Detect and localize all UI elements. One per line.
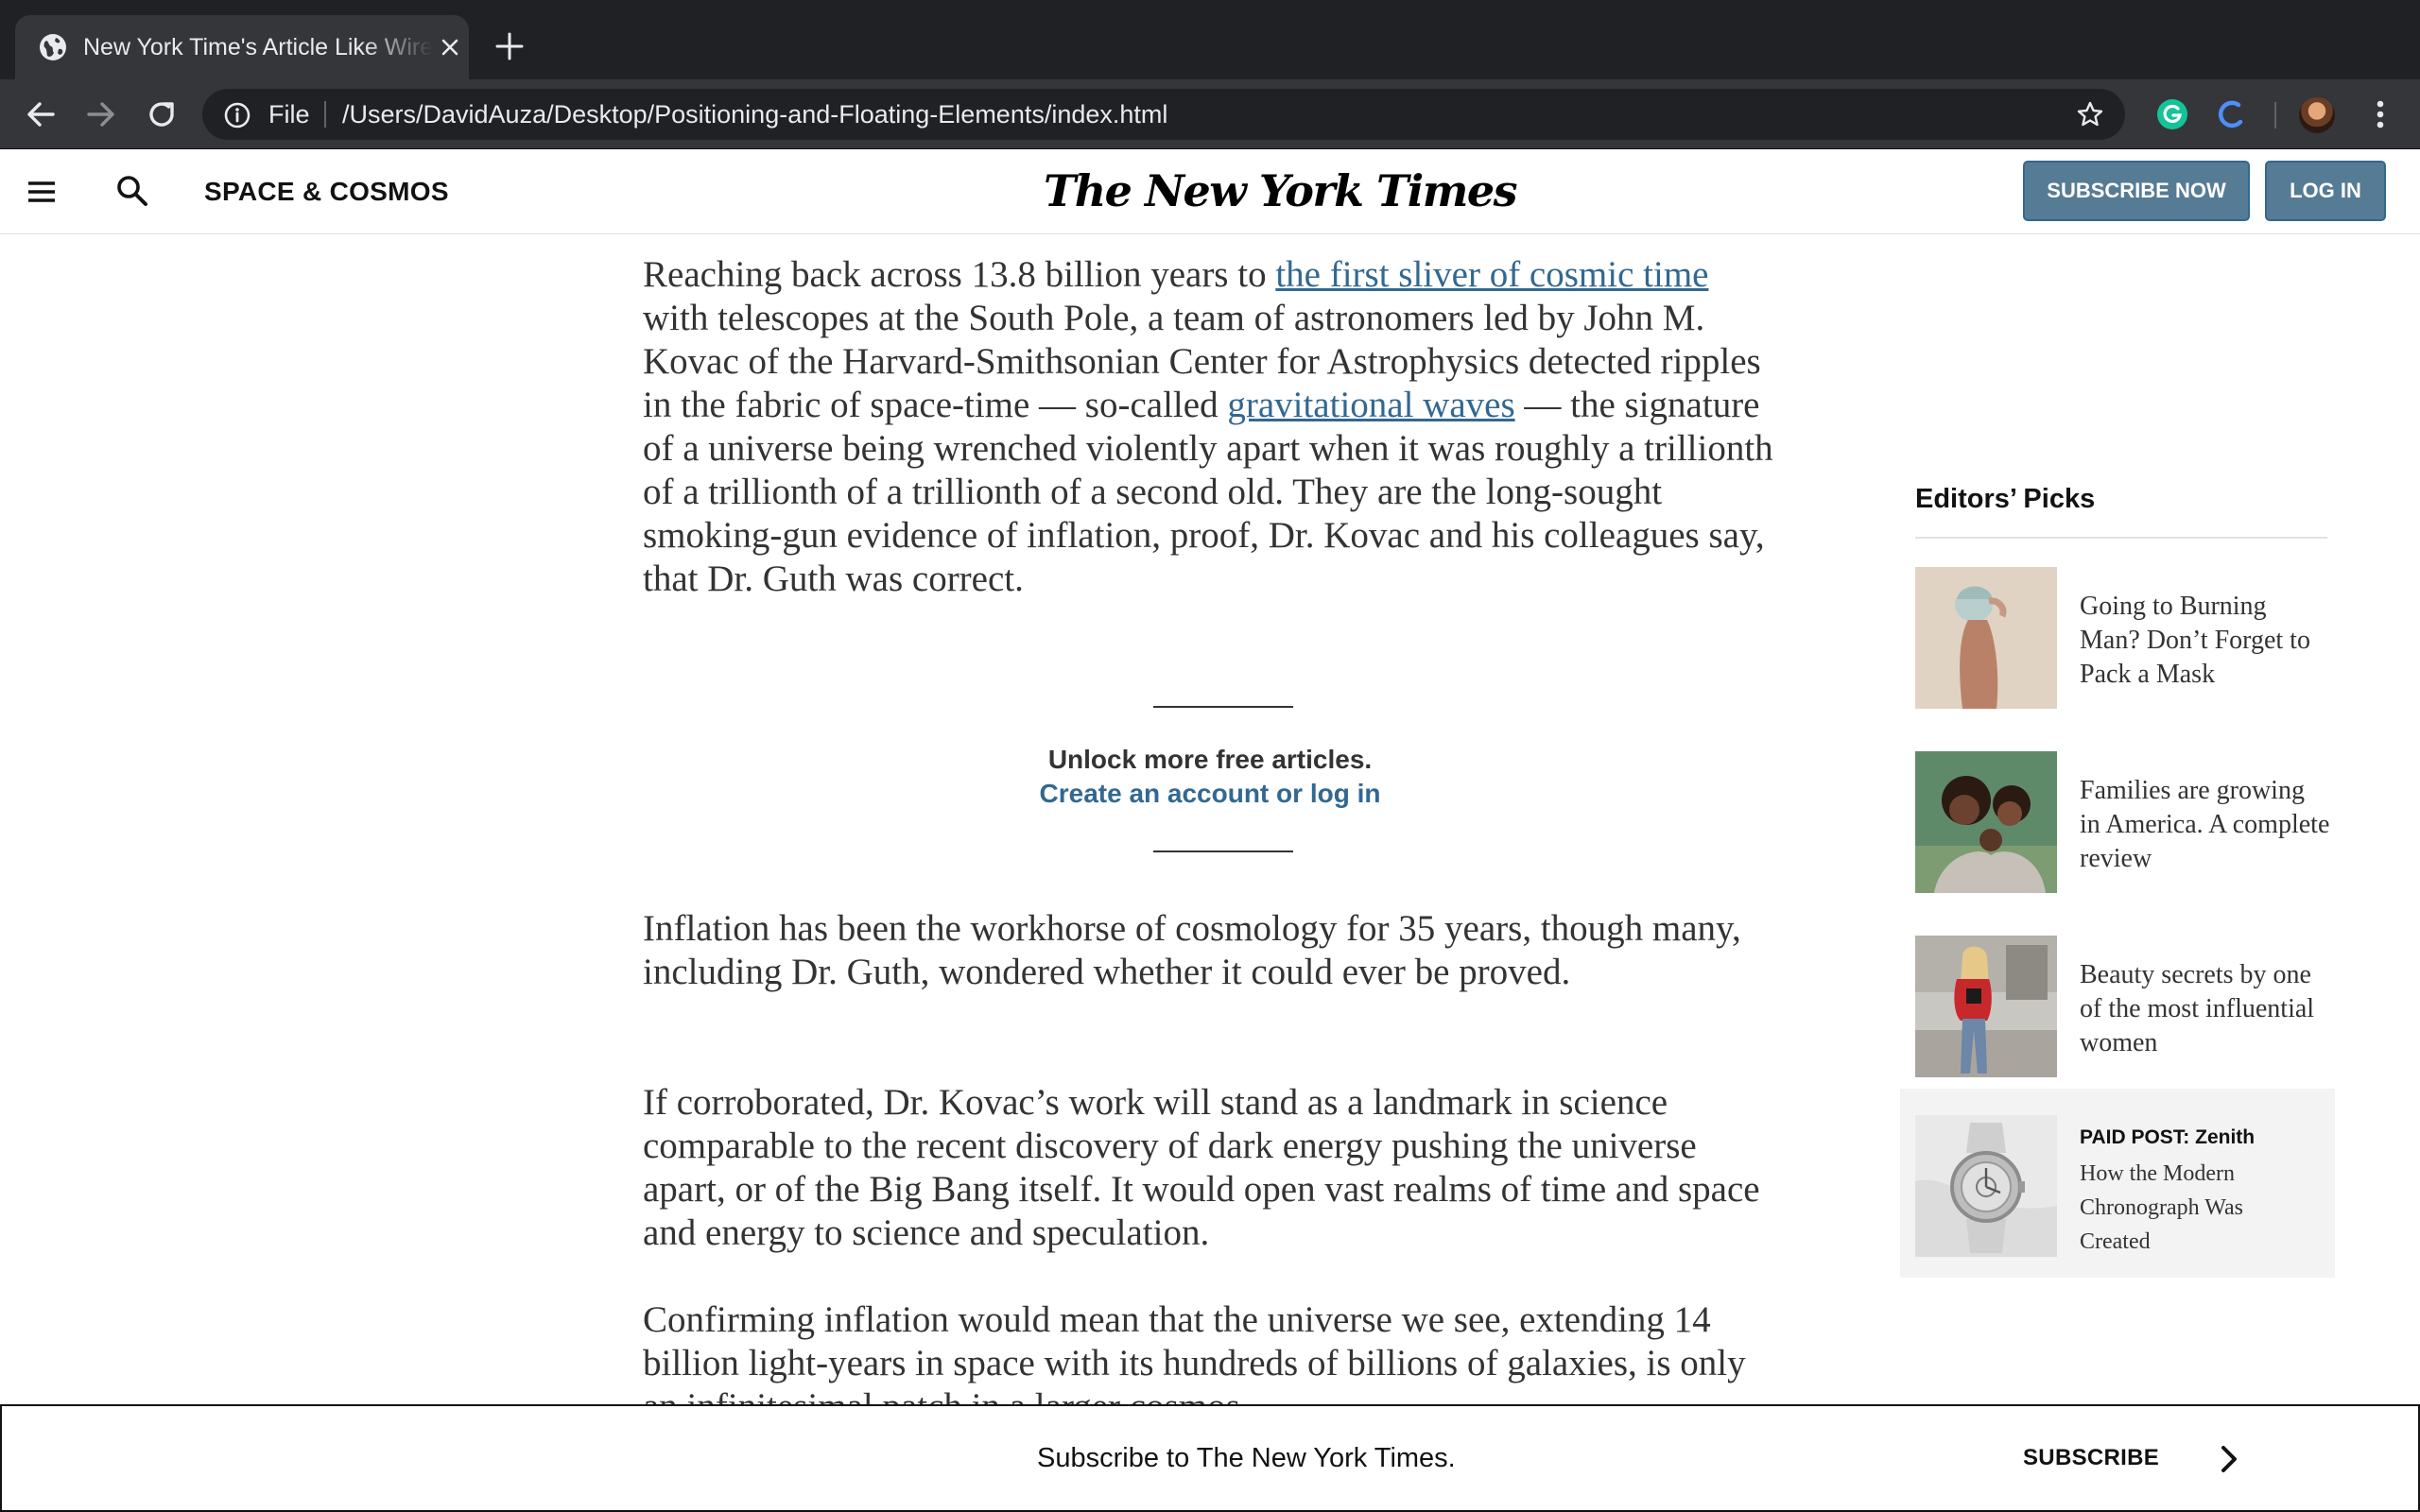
address-url[interactable]: /Users/DavidAuza/Desktop/Positioning-and…: [342, 89, 1167, 140]
divider-rule: [1153, 706, 1293, 708]
nyt-logo[interactable]: The New York Times: [1044, 163, 1518, 219]
divider-rule: [1915, 537, 2327, 539]
tab-title: New York Time's Article Like Wireframe: [83, 34, 433, 60]
address-divider: [324, 101, 326, 128]
grammarly-extension-icon[interactable]: [2155, 97, 2189, 131]
editors-pick-item[interactable]: Beauty secrets by one of the most influe…: [1915, 936, 2331, 1077]
site-header: SPACE & COSMOS The New York Times SUBSCR…: [0, 149, 2420, 234]
editors-picks-sidebar: Editors’ Picks Going to Burning Man? Don…: [1900, 234, 2354, 1278]
profile-avatar[interactable]: [2299, 97, 2335, 133]
article-body: Reaching back across 13.8 billion years …: [643, 234, 1796, 1406]
subscribe-bar-button[interactable]: SUBSCRIBE: [2023, 1406, 2159, 1510]
editors-picks-heading: Editors’ Picks: [1915, 484, 2096, 514]
close-icon[interactable]: [437, 34, 463, 60]
chevron-right-icon[interactable]: [2216, 1442, 2244, 1476]
hamburger-menu-icon[interactable]: [25, 176, 59, 208]
address-bar[interactable]: File /Users/DavidAuza/Desktop/Positionin…: [202, 89, 2125, 140]
browser-tab[interactable]: New York Time's Article Like Wireframe: [15, 15, 469, 79]
browser-tabstrip: New York Time's Article Like Wireframe: [0, 0, 2420, 79]
create-account-link[interactable]: Create an account or log in: [643, 779, 1777, 809]
forward-arrow-icon[interactable]: [83, 96, 119, 132]
pick-thumbnail-image: [1915, 936, 2057, 1077]
gravitational-waves-link[interactable]: gravitational waves: [1227, 385, 1514, 425]
new-tab-icon[interactable]: [493, 30, 526, 62]
loading-extension-icon[interactable]: [2214, 97, 2248, 131]
paid-post-card[interactable]: PAID POST: Zenith How the Modern Chronog…: [1900, 1089, 2335, 1278]
pick-title[interactable]: Beauty secrets by one of the most influe…: [2080, 958, 2331, 1060]
article-paragraph: If corroborated, Dr. Kovac’s work will s…: [643, 1082, 1760, 1253]
subscribe-bar: Subscribe to The New York Times. SUBSCRI…: [0, 1404, 2420, 1512]
pick-title[interactable]: Going to Burning Man? Don’t Forget to Pa…: [2080, 590, 2331, 692]
globe-icon: [40, 34, 66, 60]
more-menu-icon[interactable]: [2361, 95, 2399, 133]
browser-toolbar: File /Users/DavidAuza/Desktop/Positionin…: [0, 79, 2420, 149]
toolbar-divider: [2274, 102, 2276, 129]
editors-pick-item[interactable]: Going to Burning Man? Don’t Forget to Pa…: [1915, 567, 2331, 709]
reload-icon[interactable]: [144, 96, 180, 132]
paid-post-label: PAID POST: Zenith: [2080, 1126, 2256, 1148]
section-name[interactable]: SPACE & COSMOS: [204, 149, 449, 234]
bookmark-star-icon[interactable]: [2076, 100, 2104, 129]
login-button[interactable]: LOG IN: [2265, 161, 2386, 221]
paid-post-title[interactable]: How the Modern Chronograph Was Created: [2080, 1157, 2316, 1259]
search-icon[interactable]: [113, 172, 151, 210]
subscribe-now-button[interactable]: SUBSCRIBE NOW: [2023, 161, 2250, 221]
info-icon[interactable]: [223, 101, 251, 129]
article-paragraph: Confirming inflation would mean that the…: [643, 1299, 1746, 1406]
cosmic-time-link[interactable]: the first sliver of cosmic time: [1275, 254, 1708, 295]
divider-rule: [1153, 850, 1293, 852]
back-arrow-icon[interactable]: [23, 96, 59, 132]
pick-thumbnail-image: [1915, 567, 2057, 709]
watch-thumbnail-image: [1915, 1115, 2057, 1257]
subscribe-bar-text: Subscribe to The New York Times.: [1037, 1443, 1456, 1473]
article-paragraph: Reaching back across 13.8 billion years …: [643, 253, 1777, 601]
pick-thumbnail-image: [1915, 751, 2057, 893]
article-paragraph: Inflation has been the workhorse of cosm…: [643, 908, 1741, 992]
pick-title[interactable]: Families are growing in America. A compl…: [2080, 774, 2331, 876]
editors-pick-item[interactable]: Families are growing in America. A compl…: [1915, 751, 2331, 893]
unlock-articles-title: Unlock more free articles.: [1047, 745, 1373, 774]
address-scheme: File: [268, 100, 310, 129]
paragraph-text: Reaching back across 13.8 billion years …: [643, 254, 1276, 295]
